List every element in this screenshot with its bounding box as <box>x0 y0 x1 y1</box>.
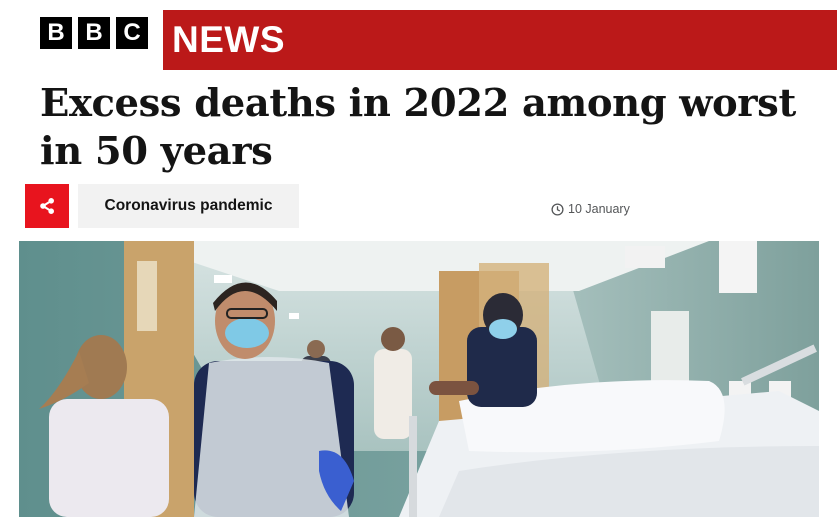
topic-tag-link[interactable]: Coronavirus pandemic <box>78 184 299 228</box>
share-button[interactable] <box>25 184 69 228</box>
bbc-logo-letter-c: C <box>116 17 148 49</box>
hospital-corridor-photo <box>19 241 819 517</box>
timestamp-text: 10 January <box>568 202 630 216</box>
clock-icon <box>551 202 564 216</box>
news-section-banner[interactable]: NEWS <box>163 10 837 70</box>
bbc-logo-letter-b2: B <box>78 17 110 49</box>
article-headline: Excess deaths in 2022 among worst in 50 … <box>40 81 796 174</box>
news-section-label: NEWS <box>172 19 285 60</box>
share-icon <box>40 198 54 214</box>
bbc-logo[interactable]: B B C <box>40 17 148 49</box>
bbc-logo-letter-b1: B <box>40 17 72 49</box>
article-timestamp: 10 January <box>551 201 630 217</box>
hero-image <box>19 241 819 517</box>
